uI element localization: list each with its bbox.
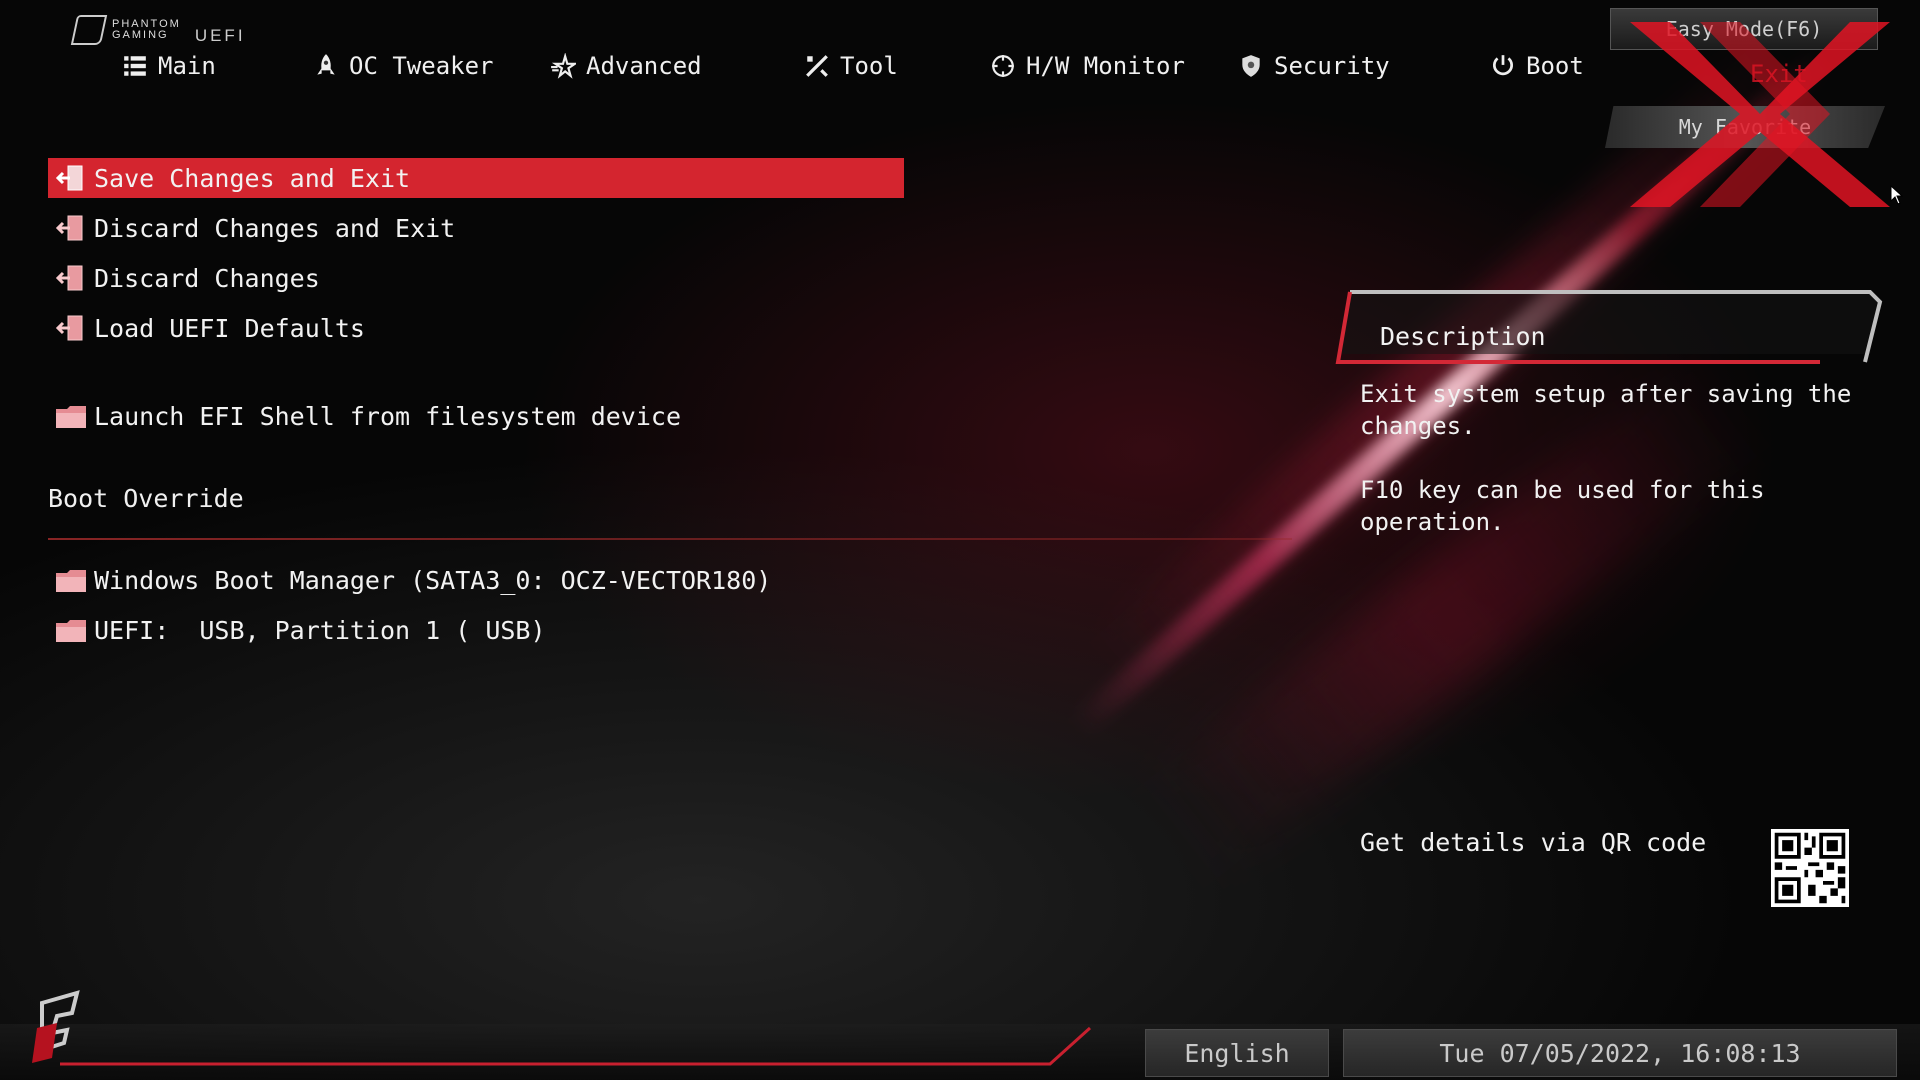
star-icon	[551, 53, 576, 79]
menu-item-save-changes-and-exit[interactable]: Save Changes and Exit	[48, 158, 904, 198]
boot-override-title: Boot Override	[48, 484, 244, 513]
menu-item-launch-efi-shell[interactable]: Launch EFI Shell from filesystem device	[48, 396, 904, 436]
tools-icon	[806, 55, 828, 77]
language-button[interactable]: English	[1145, 1029, 1329, 1077]
tab-oc-tweaker-label: OC Tweaker	[349, 52, 494, 80]
list-icon	[124, 56, 146, 76]
section-divider	[48, 538, 1292, 540]
boot-item-uefi-usb[interactable]: UEFI: USB, Partition 1 ( USB)	[48, 610, 904, 650]
phantom-gaming-logo-icon	[32, 990, 80, 1063]
menu-item-label: Discard Changes and Exit	[94, 213, 456, 243]
tab-tool[interactable]: Tool	[804, 52, 898, 80]
tab-advanced-label: Advanced	[586, 52, 702, 80]
exit-door-icon	[54, 163, 88, 193]
qr-code-icon	[1771, 829, 1849, 907]
power-icon	[1493, 55, 1513, 76]
tab-main[interactable]: Main	[122, 52, 216, 80]
tab-boot[interactable]: Boot	[1490, 52, 1584, 80]
menu-item-discard-changes-and-exit[interactable]: Discard Changes and Exit	[48, 208, 904, 248]
folder-icon	[54, 401, 88, 431]
tab-main-label: Main	[158, 52, 216, 80]
boot-item-label: Windows Boot Manager (SATA3_0: OCZ-VECTO…	[94, 565, 772, 595]
watermark-xx-icon	[1630, 22, 1890, 207]
exit-door-icon	[54, 213, 88, 243]
exit-door-icon	[54, 313, 88, 343]
tab-hw-monitor[interactable]: H/W Monitor	[990, 52, 1185, 80]
menu-item-label: Discard Changes	[94, 263, 320, 293]
menu-item-label: Load UEFI Defaults	[94, 313, 365, 343]
crosshair-icon	[992, 55, 1014, 77]
brand-logo: PHANTOM GAMING UEFI	[70, 14, 246, 46]
menu-item-label: Launch EFI Shell from filesystem device	[94, 401, 681, 431]
tab-advanced[interactable]: Advanced	[550, 52, 702, 80]
exit-door-icon	[54, 263, 88, 293]
tab-hw-monitor-label: H/W Monitor	[1026, 52, 1185, 80]
menu-item-load-uefi-defaults[interactable]: Load UEFI Defaults	[48, 308, 904, 348]
top-nav: Main OC Tweaker Advanced Tool H/W Monito…	[0, 52, 1620, 98]
brand-line2: GAMING	[112, 29, 169, 41]
shield-icon	[1242, 55, 1260, 77]
tab-security[interactable]: Security	[1238, 52, 1390, 80]
mouse-cursor-icon	[1890, 185, 1904, 205]
qr-label: Get details via QR code	[1360, 828, 1707, 857]
boot-item-windows-boot-manager[interactable]: Windows Boot Manager (SATA3_0: OCZ-VECTO…	[48, 560, 904, 600]
datetime-display: Tue 07/05/2022, 16:08:13	[1343, 1029, 1897, 1077]
tab-oc-tweaker[interactable]: OC Tweaker	[313, 52, 494, 80]
description-hint: F10 key can be used for this operation.	[1360, 476, 1765, 536]
menu-item-label: Save Changes and Exit	[94, 163, 411, 193]
folder-icon	[54, 615, 88, 645]
rocket-icon	[317, 54, 335, 75]
brand-uefi: UEFI	[194, 26, 246, 45]
phantom-gaming-logo-icon	[70, 15, 108, 45]
tab-security-label: Security	[1274, 52, 1390, 80]
description-title: Description	[1380, 322, 1546, 351]
menu-item-discard-changes[interactable]: Discard Changes	[48, 258, 904, 298]
footer-accent-line	[60, 1026, 1092, 1066]
tab-tool-label: Tool	[840, 52, 898, 80]
boot-item-label: UEFI: USB, Partition 1 ( USB)	[94, 615, 546, 645]
tab-boot-label: Boot	[1526, 52, 1584, 80]
description-text: Exit system setup after saving the chang…	[1360, 380, 1852, 440]
folder-icon	[54, 565, 88, 595]
